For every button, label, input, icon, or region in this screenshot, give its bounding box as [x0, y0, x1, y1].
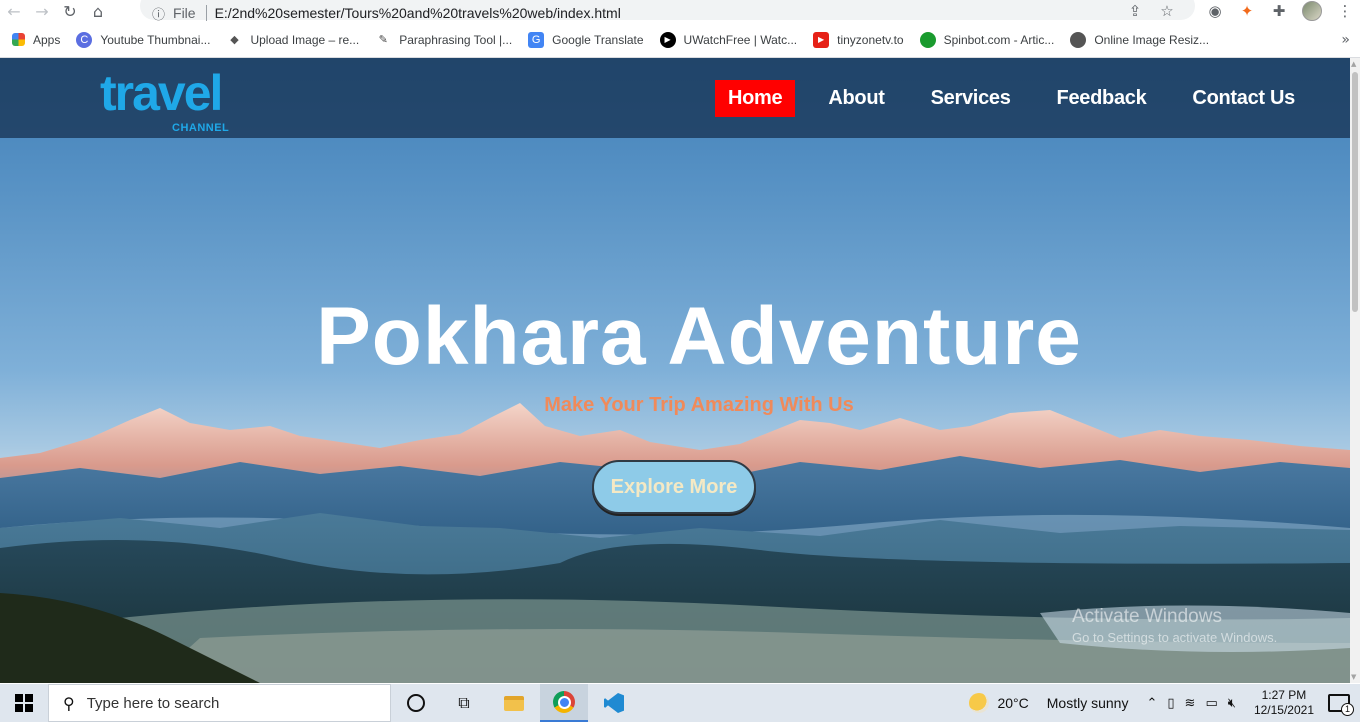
activate-windows-watermark: Activate Windows Go to Settings to activ… — [1072, 606, 1277, 645]
bookmark-label: Apps — [33, 32, 61, 47]
extension-orange-icon[interactable]: ✦ — [1238, 2, 1256, 20]
windows-taskbar: ⚲ Type here to search ⧉ 20°C Mostly sunn… — [0, 684, 1360, 722]
notification-count: 1 — [1341, 703, 1354, 716]
bookmark-apps[interactable]: Apps — [12, 33, 60, 47]
clock[interactable]: 1:27 PM 12/15/2021 — [1254, 688, 1314, 718]
layers-icon: ◆ — [230, 34, 239, 46]
bookmark-uwatchfree[interactable]: ▶ UWatchFree | Watc... — [659, 31, 798, 48]
nav-services[interactable]: Services — [918, 80, 1024, 117]
file-explorer-button[interactable] — [490, 684, 538, 722]
back-arrow-icon[interactable]: ← — [0, 0, 28, 22]
extensions-puzzle-icon[interactable]: ✚ — [1270, 2, 1288, 20]
vscode-icon — [604, 693, 624, 713]
spinbot-icon — [919, 31, 936, 48]
wifi-icon[interactable]: ≋ — [1185, 696, 1196, 711]
hero-subtitle: Make Your Trip Amazing With Us — [544, 394, 854, 416]
search-icon: ⚲ — [63, 693, 75, 713]
site-header: travel CHANNEL Home About Services Feedb… — [0, 58, 1350, 138]
url-separator — [205, 5, 207, 21]
share-icon[interactable]: ⇪ — [1126, 2, 1144, 20]
taskbar-search-placeholder: Type here to search — [86, 694, 220, 712]
explore-more-button[interactable]: Explore More — [592, 460, 756, 514]
weather-sun-icon[interactable] — [969, 693, 990, 713]
nav-contact-us[interactable]: Contact Us — [1179, 80, 1308, 117]
home-icon[interactable]: ⌂ — [84, 0, 112, 22]
quill-icon: ✎ — [378, 34, 388, 46]
task-view-button[interactable]: ⧉ — [440, 684, 488, 722]
scroll-down-icon[interactable]: ▼ — [1351, 673, 1356, 681]
bookmark-label: UWatchFree | Watc... — [683, 32, 798, 47]
clock-date: 12/15/2021 — [1253, 703, 1314, 717]
bookmark-label: Youtube Thumbnai... — [100, 32, 211, 47]
bookmark-spinbot[interactable]: Spinbot.com - Artic... — [919, 31, 1055, 48]
bookmark-upload-image[interactable]: ◆ Upload Image – re... — [226, 32, 359, 48]
clock-time: 1:27 PM — [1261, 688, 1307, 702]
bookmark-google-translate[interactable]: G Google Translate — [528, 31, 644, 48]
chrome-taskbar-button[interactable] — [540, 684, 588, 722]
site-info-icon[interactable]: ⓘ — [152, 4, 165, 23]
bookmark-youtube-thumbnail[interactable]: C Youtube Thumbnai... — [76, 31, 211, 48]
cortana-circle-icon — [407, 694, 425, 712]
scroll-up-icon[interactable]: ▲ — [1351, 60, 1356, 68]
bookmark-label: tinyzonetv.to — [837, 32, 904, 47]
logo-wordmark: travel — [100, 65, 223, 121]
main-nav: Home About Services Feedback Contact Us — [695, 80, 1308, 117]
nav-feedback[interactable]: Feedback — [1044, 80, 1160, 117]
apps-grid-icon — [12, 33, 25, 46]
device-icon[interactable]: ▯ — [1167, 696, 1174, 711]
bookmark-label: Online Image Resiz... — [1094, 32, 1210, 47]
menu-kebab-icon[interactable]: ⋮ — [1336, 2, 1354, 20]
hero-title: Pokhara Adventure — [316, 291, 1082, 382]
nav-home[interactable]: Home — [715, 80, 796, 117]
youtube-icon: ▶ — [813, 31, 830, 48]
scrollbar-thumb[interactable] — [1352, 72, 1358, 312]
address-bar[interactable]: ⓘ File E:/2nd%20semester/Tours%20and%20t… — [140, 0, 1195, 23]
bookmarks-bar: Apps C Youtube Thumbnai... ◆ Upload Imag… — [0, 22, 1360, 58]
volume-muted-icon[interactable]: 🔇︎ — [1228, 696, 1236, 711]
browser-toolbar: ← → ↻ ⌂ ⓘ File E:/2nd%20semester/Tours%2… — [0, 0, 1360, 23]
weather-desc[interactable]: Mostly sunny — [1047, 695, 1129, 711]
nav-about[interactable]: About — [815, 80, 897, 117]
watermark-title: Activate Windows — [1072, 606, 1222, 627]
bookmark-online-image-resizer[interactable]: Online Image Resiz... — [1070, 31, 1210, 48]
globe-icon — [1070, 31, 1087, 48]
weather-temp[interactable]: 20°C — [997, 695, 1028, 711]
forward-arrow-icon[interactable]: → — [28, 0, 56, 22]
bookmark-paraphrasing-tool[interactable]: ✎ Paraphrasing Tool |... — [375, 32, 513, 48]
translate-icon: G — [528, 31, 545, 48]
bookmark-label: Paraphrasing Tool |... — [399, 32, 513, 47]
windows-logo-icon — [15, 694, 33, 712]
url-scheme: File — [173, 5, 196, 21]
vscode-taskbar-button[interactable] — [590, 684, 638, 722]
watermark-text: Go to Settings to activate Windows. — [1072, 630, 1278, 645]
chevron-up-icon[interactable]: ⌃ — [1146, 696, 1157, 711]
start-button[interactable] — [0, 684, 48, 722]
site-logo[interactable]: travel CHANNEL — [100, 68, 240, 134]
url-text[interactable]: E:/2nd%20semester/Tours%20and%20travels%… — [215, 5, 621, 21]
battery-icon[interactable]: ▭ — [1205, 696, 1217, 711]
bookmark-label: Spinbot.com - Artic... — [943, 32, 1055, 47]
camera-extension-icon[interactable]: ◉ — [1206, 2, 1224, 20]
bookmark-star-icon[interactable]: ☆ — [1158, 2, 1176, 20]
bookmark-tinyzonetv[interactable]: ▶ tinyzonetv.to — [813, 31, 904, 48]
reload-icon[interactable]: ↻ — [56, 0, 84, 22]
page-viewport: travel CHANNEL Home About Services Feedb… — [0, 58, 1350, 683]
chrome-icon — [553, 691, 575, 713]
play-icon: ▶ — [659, 31, 676, 48]
toolbar-actions: ⇪ ☆ ◉ ✦ ✚ ⋮ — [1126, 0, 1354, 22]
profile-avatar[interactable] — [1302, 1, 1322, 21]
system-tray: 20°C Mostly sunny ⌃ ▯ ≋ ▭ 🔇︎ 1:27 PM 12/… — [969, 684, 1360, 722]
thumbnail-icon: C — [76, 31, 93, 48]
logo-subtext: CHANNEL — [172, 122, 230, 134]
folder-icon — [504, 695, 524, 711]
notification-center-icon[interactable]: 1 — [1328, 694, 1354, 716]
task-view-icon: ⧉ — [458, 693, 470, 712]
bookmark-label: Google Translate — [552, 32, 644, 47]
cortana-button[interactable] — [392, 684, 440, 722]
bookmarks-overflow-icon[interactable]: » — [1341, 32, 1350, 48]
page-scrollbar[interactable]: ▲ ▼ — [1350, 58, 1360, 683]
taskbar-search[interactable]: ⚲ Type here to search — [48, 684, 391, 722]
bookmark-label: Upload Image – re... — [250, 32, 360, 47]
